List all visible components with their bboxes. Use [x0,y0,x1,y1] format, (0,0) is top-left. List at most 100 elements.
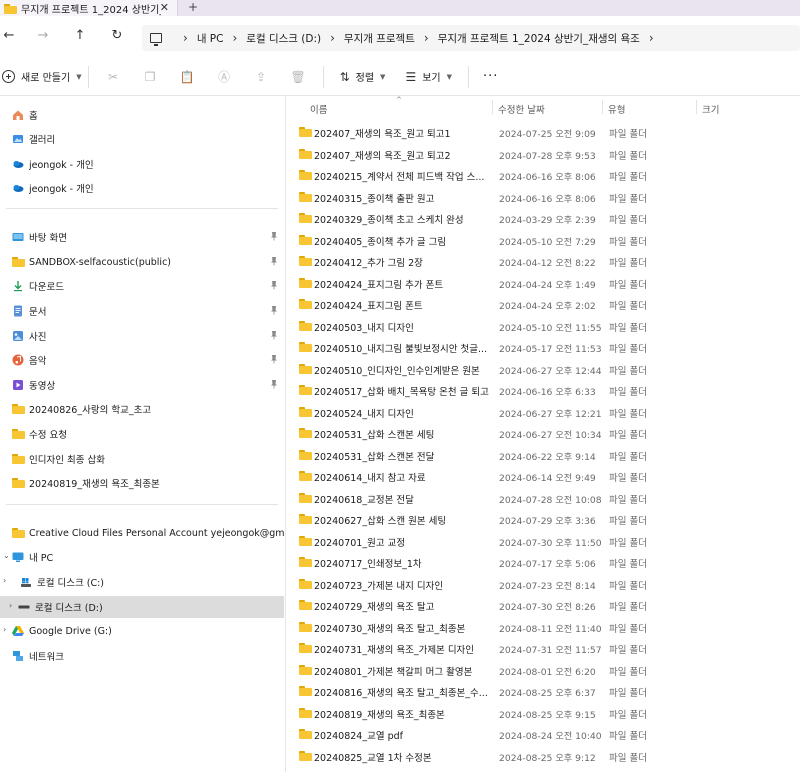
close-tab-icon[interactable]: ✕ [160,1,169,14]
pin-icon[interactable] [270,330,278,340]
file-type: 파일 폴더 [609,709,647,721]
file-row[interactable]: 20240531_삽화 스캔본 전달 2024-06-22 오후 9:14 파일 폴… [286,444,800,466]
sidebar-item-network[interactable]: 네트워크 [0,645,284,667]
file-row[interactable]: 20240627_삽화 스캔 원본 세팅 2024-07-29 오후 3:36 파일… [286,508,800,530]
sidebar-item-sandbox[interactable]: SANDBOX-selfacoustic(public) [0,251,284,273]
file-row[interactable]: 20240824_교열 pdf 2024-08-24 오전 10:40 파일 폴더 [286,723,800,745]
sidebar-item-folder[interactable]: 20240819_재생의 욕조_최종본 [0,472,284,494]
sidebar-item-home[interactable]: 홈 [0,104,284,126]
file-row[interactable]: 20240614_내지 참고 자료 2024-06-14 오전 9:49 파일 폴더 [286,465,800,487]
pin-icon[interactable] [270,256,278,266]
chevron-right-icon[interactable]: › [330,31,335,45]
breadcrumb-item[interactable]: 로컬 디스크 (D:) [246,31,321,46]
file-row[interactable]: 20240405_종이책 추가 글 그림 2024-05-10 오전 7:29 파일… [286,229,800,251]
sidebar-item-onedrive[interactable]: jeongok - 개인 [0,177,284,199]
file-row[interactable]: 20240729_재생의 욕조 탈고 2024-07-30 오전 8:26 파일 폴… [286,594,800,616]
sidebar-item-gallery[interactable]: 갤러리 [0,128,284,150]
forward-button[interactable]: → [34,28,52,43]
file-row[interactable]: 20240717_인쇄정보_1차 2024-07-17 오후 5:06 파일 폴더 [286,551,800,573]
more-options-button[interactable]: ··· [483,69,498,84]
breadcrumb-item[interactable]: 무지개 프로젝트 1_2024 상반기_재생의 욕조 [438,31,640,46]
sidebar-item-this-pc[interactable]: ⌄ 내 PC [0,546,284,568]
share-icon[interactable]: ⇪ [243,70,280,84]
chevron-right-icon[interactable]: › [3,625,6,634]
sidebar-item-onedrive[interactable]: jeongok - 개인 [0,153,284,175]
sidebar-item-drive-c[interactable]: › 로컬 디스크 (C:) [3,571,284,593]
new-button-label: 새로 만들기 [21,73,71,84]
column-header-size[interactable]: 크기 [702,102,719,116]
column-header-type[interactable]: 유형 [608,102,625,116]
column-divider[interactable] [492,100,493,114]
column-divider[interactable] [602,100,603,114]
refresh-button[interactable]: ↻ [108,28,126,43]
file-row[interactable]: 20240510_인디자인_인수인계받은 원본 2024-06-27 오후 12:… [286,358,800,380]
file-row[interactable]: 20240412_추가 그림 2장 2024-04-12 오전 8:22 파일 폴더 [286,250,800,272]
sidebar-item-videos[interactable]: 동영상 [0,374,284,396]
copy-icon[interactable]: ❐ [132,70,169,84]
chevron-right-icon[interactable]: › [649,31,654,45]
up-button[interactable]: ↑ [71,28,89,43]
rename-icon[interactable]: Ⓐ [206,68,243,85]
file-row[interactable]: 20240329_종이책 초고 스케치 완성 2024-03-29 오후 2:39… [286,207,800,229]
new-button[interactable]: 새로 만들기 ▼ [2,69,82,84]
tab-current-folder[interactable]: 무지개 프로젝트 1_2024 상반기_재생의 욕조 ✕ [0,0,178,16]
breadcrumb-item[interactable]: 무지개 프로젝트 [344,31,415,46]
pin-icon[interactable] [270,231,278,241]
file-row[interactable]: 20240816_재생의 욕조 탈고_최종본_수... 2024-08-25 오후… [286,680,800,702]
file-row[interactable]: 20240503_내지 디자인 2024-05-10 오전 11:55 파일 폴더 [286,315,800,337]
sidebar-item-documents[interactable]: 문서 [0,300,284,322]
sidebar-item-folder[interactable]: 인디자인 최종 삽화 [0,448,284,470]
sidebar-item-creative-cloud[interactable]: Creative Cloud Files Personal Account ye… [0,522,284,544]
file-row[interactable]: 20240215_계약서 전체 피드백 작업 스... 2024-06-16 오후… [286,164,800,186]
sidebar-item-desktop[interactable]: 바탕 화면 [0,226,284,248]
new-tab-button[interactable]: + [188,0,198,14]
sidebar-item-folder[interactable]: 20240826_사랑의 학교_초고 [0,398,284,420]
chevron-right-icon[interactable]: › [9,601,12,610]
file-row[interactable]: 20240723_가제본 내지 디자인 2024-07-23 오전 8:14 파일 … [286,573,800,595]
sidebar-item-google-drive[interactable]: › Google Drive (G:) [0,620,284,642]
column-divider[interactable] [696,100,697,114]
column-header-name[interactable]: 이름 [310,102,327,116]
file-row[interactable]: 20240315_종이책 출판 원고 2024-06-16 오후 8:06 파일 폴… [286,186,800,208]
sidebar-item-downloads[interactable]: 다운로드 [0,275,284,297]
file-row[interactable]: 20240531_삽화 스캔본 세팅 2024-06-27 오전 10:34 파일 … [286,422,800,444]
pin-icon[interactable] [270,305,278,315]
pin-icon[interactable] [270,280,278,290]
file-row[interactable]: 20240424_표지그림 추가 폰트 2024-04-24 오후 1:49 파일 … [286,272,800,294]
delete-icon[interactable]: 🗑 [280,70,317,84]
file-row[interactable]: 20240524_내지 디자인 2024-06-27 오후 12:21 파일 폴더 [286,401,800,423]
cut-icon[interactable]: ✂ [95,70,132,84]
file-row[interactable]: 20240730_재생의 욕조 탈고_최종본 2024-08-11 오전 11:4… [286,616,800,638]
sidebar-item-drive-d[interactable]: › 로컬 디스크 (D:) [0,596,284,618]
chevron-right-icon[interactable]: › [232,31,237,45]
sort-button[interactable]: ⇅ 정렬 ▼ [340,69,386,85]
file-row[interactable]: 20240731_재생의 욕조_가제본 디자인 2024-07-31 오전 11:… [286,637,800,659]
file-row[interactable]: 202407_재생의 욕조_원고 퇴고1 2024-07-25 오전 9:09 파일… [286,121,800,143]
file-row[interactable]: 20240701_원고 교정 2024-07-30 오후 11:50 파일 폴더 [286,530,800,552]
sidebar-item-folder[interactable]: 수정 요청 [0,423,284,445]
pin-icon[interactable] [270,354,278,364]
chevron-right-icon[interactable]: › [3,576,6,585]
file-row[interactable]: 202407_재생의 욕조_원고 퇴고2 2024-07-28 오후 9:53 파일… [286,143,800,165]
sidebar-item-pictures[interactable]: 사진 [0,325,284,347]
chevron-right-icon[interactable]: › [424,31,429,45]
address-bar[interactable]: › 내 PC › 로컬 디스크 (D:) › 무지개 프로젝트 › 무지개 프로… [142,25,800,51]
file-row[interactable]: 20240801_가제본 책갈피 머그 촬영본 2024-08-01 오전 6:2… [286,659,800,681]
file-row[interactable]: 20240825_교열 1차 수정본 2024-08-25 오후 9:12 파일 폴… [286,745,800,767]
back-button[interactable]: ← [0,28,18,43]
chevron-right-icon[interactable]: › [183,31,188,45]
breadcrumb-item[interactable]: 내 PC [197,31,224,46]
sidebar-item-music[interactable]: 음악 [0,349,284,371]
file-row[interactable]: 20240819_재생의 욕조_최종본 2024-08-25 오후 9:15 파일 … [286,702,800,724]
chevron-down-icon[interactable]: ⌄ [3,551,10,560]
pin-icon[interactable] [270,379,278,389]
file-row[interactable]: 20240517_삽화 배치_목욕탕 온천 글 퇴고 2024-06-16 오후 … [286,379,800,401]
file-row[interactable]: 20240618_교정본 전달 2024-07-28 오전 10:08 파일 폴더 [286,487,800,509]
column-header-modified[interactable]: 수정한 날짜 [498,102,545,116]
file-row[interactable]: 20240510_내지그림 불빛보정시안 첫글... 2024-05-17 오전 … [286,336,800,358]
file-modified-date: 2024-07-17 오후 5:06 [499,559,596,570]
file-row[interactable]: 20240424_표지그림 폰트 2024-04-24 오후 2:02 파일 폴더 [286,293,800,315]
view-button[interactable]: ☰ 보기 ▼ [405,69,452,85]
file-type: 파일 폴더 [609,150,647,162]
paste-icon[interactable]: 📋 [169,70,206,84]
